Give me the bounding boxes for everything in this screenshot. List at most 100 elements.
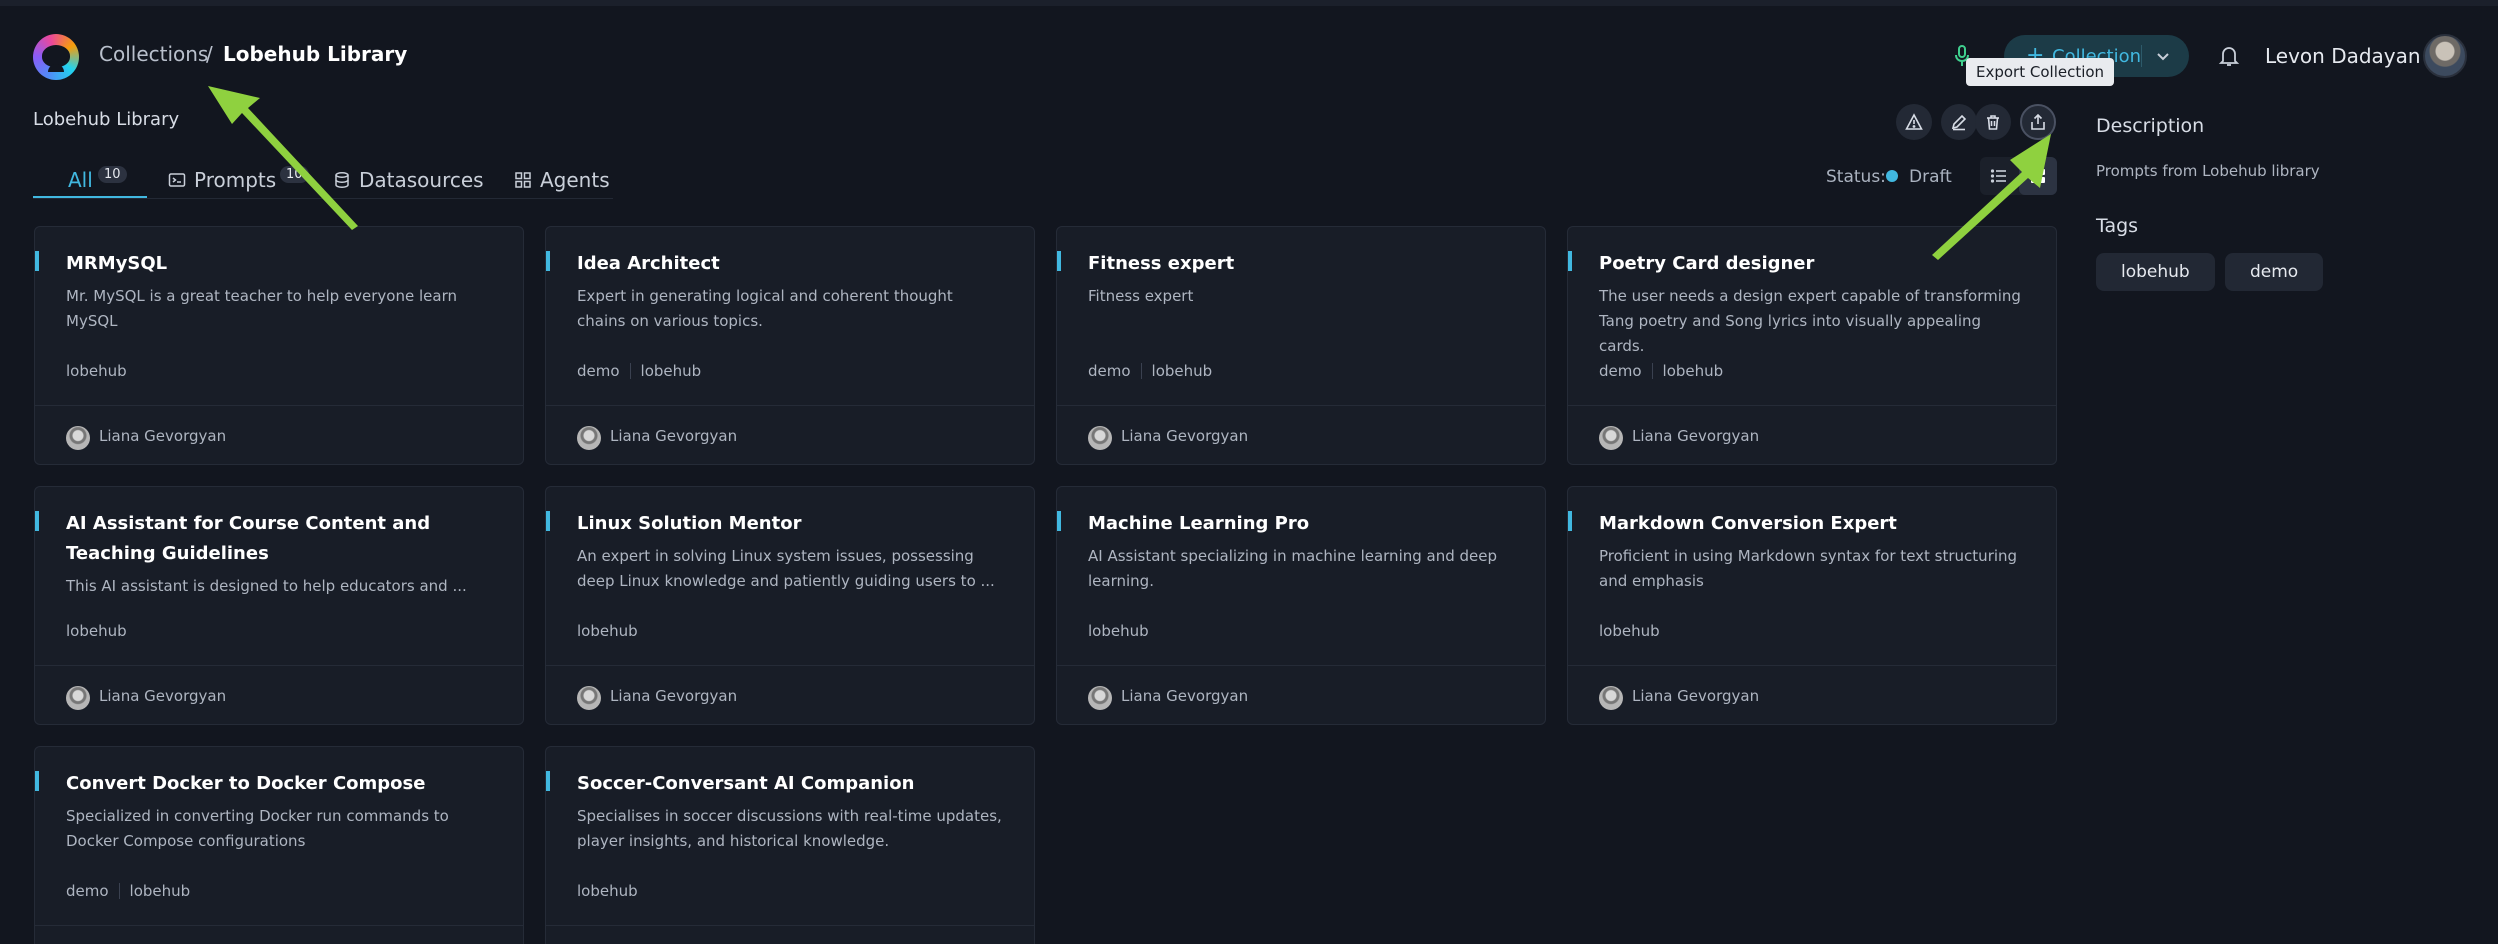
- tag-separator: [118, 883, 120, 899]
- card-tag[interactable]: lobehub: [66, 622, 127, 640]
- card-tags: lobehub: [577, 622, 638, 640]
- list-view-button[interactable]: [1980, 157, 2018, 195]
- description-heading: Description: [2096, 115, 2205, 137]
- prompt-card[interactable]: Poetry Card designer The user needs a de…: [1567, 226, 2057, 465]
- tab-divider: [33, 198, 613, 199]
- card-tag[interactable]: demo: [1599, 362, 1642, 380]
- card-description: An expert in solving Linux system issues…: [577, 547, 995, 590]
- tag-chip-lobehub[interactable]: lobehub: [2096, 253, 2215, 291]
- breadcrumb-current: Lobehub Library: [223, 42, 408, 66]
- card-tag[interactable]: demo: [577, 362, 620, 380]
- grid-icon: [515, 172, 531, 188]
- card-description: Specialises in soccer discussions with r…: [577, 807, 1002, 850]
- card-footer: [35, 925, 523, 944]
- user-name[interactable]: Levon Dadayan: [2265, 44, 2421, 68]
- card-accent: [546, 771, 550, 791]
- prompt-card[interactable]: MRMySQL Mr. MySQL is a great teacher to …: [34, 226, 524, 465]
- chevron-down-icon[interactable]: [2154, 47, 2172, 65]
- card-author: Liana Gevorgyan: [99, 427, 227, 445]
- card-tags: lobehub: [66, 362, 127, 380]
- card-title: Machine Learning Pro: [1088, 513, 1310, 534]
- status-value: Draft: [1909, 167, 1952, 187]
- tab-datasources[interactable]: Datasources: [333, 168, 484, 192]
- author-avatar: [66, 426, 90, 450]
- tab-prompts[interactable]: Prompts: [168, 168, 276, 192]
- prompt-card[interactable]: Linux Solution Mentor An expert in solvi…: [545, 486, 1035, 725]
- card-accent: [546, 251, 550, 271]
- card-tag[interactable]: lobehub: [577, 622, 638, 640]
- tag-separator: [1140, 363, 1142, 379]
- card-accent: [1568, 511, 1572, 531]
- card-tags: lobehub: [1599, 622, 1660, 640]
- card-title: AI Assistant for Course Content and Teac…: [66, 513, 431, 564]
- card-title: Soccer-Conversant AI Companion: [577, 773, 915, 794]
- card-title: Linux Solution Mentor: [577, 513, 802, 534]
- user-avatar[interactable]: [2423, 34, 2467, 78]
- card-tag[interactable]: lobehub: [1088, 622, 1149, 640]
- breadcrumb-collections[interactable]: Collections: [99, 42, 208, 66]
- card-footer: Liana Gevorgyan: [546, 405, 1034, 465]
- prompt-card[interactable]: Markdown Conversion Expert Proficient in…: [1567, 486, 2057, 725]
- annotation-arrow-breadcrumb: [208, 86, 358, 230]
- prompt-card[interactable]: Machine Learning Pro AI Assistant specia…: [1056, 486, 1546, 725]
- author-avatar: [1088, 686, 1112, 710]
- edit-button[interactable]: [1941, 104, 1977, 140]
- card-footer: [546, 925, 1034, 944]
- app-logo-icon[interactable]: [33, 34, 79, 80]
- author-avatar: [577, 686, 601, 710]
- prompt-card[interactable]: AI Assistant for Course Content and Teac…: [34, 486, 524, 725]
- card-accent: [1568, 251, 1572, 271]
- warning-triangle-icon: [1905, 113, 1923, 130]
- card-footer: Liana Gevorgyan: [1057, 405, 1545, 465]
- tab-prompts-count: 10: [280, 166, 309, 183]
- card-description: Proficient in using Markdown syntax for …: [1599, 547, 2018, 590]
- card-tags: demo lobehub: [66, 882, 190, 900]
- grid-view-button[interactable]: [2019, 157, 2057, 195]
- collection-description: Prompts from Lobehub library: [2096, 162, 2320, 180]
- export-collection-button[interactable]: [2020, 104, 2056, 140]
- prompt-card[interactable]: Soccer-Conversant AI Companion Specialis…: [545, 746, 1035, 944]
- export-share-icon: [2031, 113, 2045, 130]
- card-author: Liana Gevorgyan: [1121, 427, 1249, 445]
- prompt-card[interactable]: Fitness expert Fitness expert demo lobehu…: [1056, 226, 1546, 465]
- list-view-icon: [1990, 169, 2006, 183]
- card-tag[interactable]: lobehub: [577, 882, 638, 900]
- card-footer: Liana Gevorgyan: [1568, 665, 2056, 725]
- card-author: Liana Gevorgyan: [1632, 427, 1760, 445]
- author-avatar: [66, 686, 90, 710]
- card-footer: Liana Gevorgyan: [35, 405, 523, 465]
- top-border: [0, 0, 2498, 6]
- delete-button[interactable]: [1975, 104, 2011, 140]
- report-button[interactable]: [1896, 104, 1932, 140]
- card-footer: Liana Gevorgyan: [35, 665, 523, 725]
- card-title: Poetry Card designer: [1599, 253, 1815, 274]
- card-tag[interactable]: lobehub: [130, 882, 191, 900]
- card-tag[interactable]: demo: [1088, 362, 1131, 380]
- author-avatar: [1599, 686, 1623, 710]
- card-tag[interactable]: lobehub: [641, 362, 702, 380]
- page-title: Lobehub Library: [33, 109, 180, 130]
- tab-agents[interactable]: Agents: [514, 168, 610, 192]
- card-accent: [546, 511, 550, 531]
- card-tags: demo lobehub: [577, 362, 701, 380]
- card-tag[interactable]: lobehub: [1152, 362, 1213, 380]
- card-description: Specialized in converting Docker run com…: [66, 807, 449, 850]
- card-description: Fitness expert: [1088, 287, 1194, 305]
- database-icon: [335, 172, 349, 188]
- card-tag[interactable]: lobehub: [1599, 622, 1660, 640]
- prompt-card[interactable]: Convert Docker to Docker Compose Special…: [34, 746, 524, 944]
- card-description: The user needs a design expert capable o…: [1599, 287, 2021, 355]
- card-footer: Liana Gevorgyan: [1568, 405, 2056, 465]
- card-title: Fitness expert: [1088, 253, 1235, 274]
- card-tag[interactable]: lobehub: [1663, 362, 1724, 380]
- edit-pencil-icon: [1951, 114, 1967, 131]
- export-collection-tooltip: Export Collection: [1966, 58, 2115, 86]
- bell-icon[interactable]: [2218, 44, 2240, 68]
- author-avatar: [577, 426, 601, 450]
- card-tag[interactable]: demo: [66, 882, 109, 900]
- card-tags: demo lobehub: [1088, 362, 1212, 380]
- prompt-card[interactable]: Idea Architect Expert in generating logi…: [545, 226, 1035, 465]
- tab-all[interactable]: All: [68, 168, 93, 192]
- tag-chip-demo[interactable]: demo: [2225, 253, 2324, 291]
- card-tag[interactable]: lobehub: [66, 362, 127, 380]
